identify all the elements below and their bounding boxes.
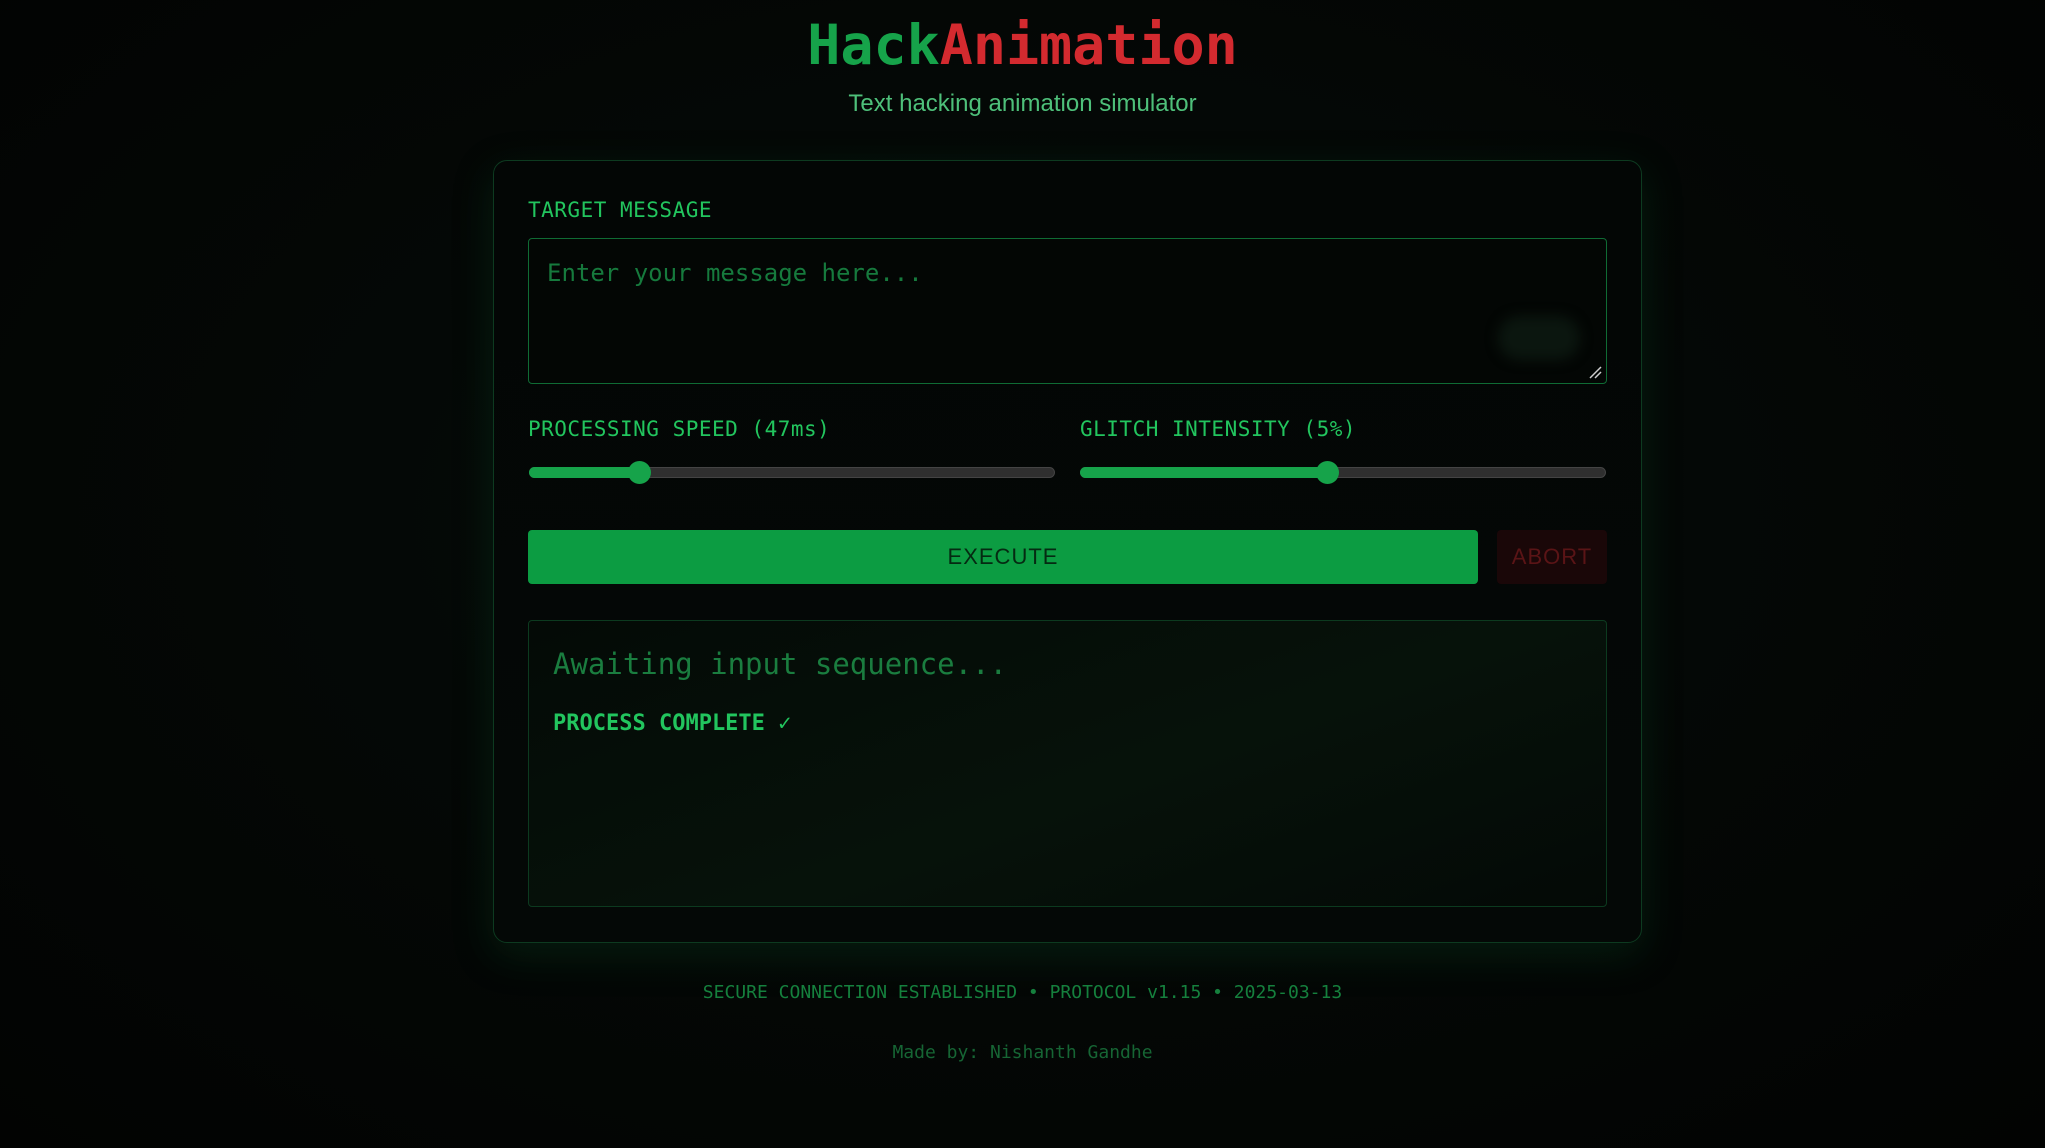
slider-thumb[interactable] bbox=[1316, 461, 1340, 484]
output-status-text: Awaiting input sequence... bbox=[553, 647, 1007, 681]
output-console: Awaiting input sequence... PROCESS COMPL… bbox=[528, 620, 1607, 907]
execute-button[interactable]: EXECUTE bbox=[528, 530, 1478, 584]
footer-status-line: SECURE CONNECTION ESTABLISHED • PROTOCOL… bbox=[702, 982, 1343, 1003]
app-title: HackAnimation bbox=[0, 12, 2045, 78]
process-complete-text: PROCESS COMPLETE ✓ bbox=[553, 711, 792, 736]
title-hack: Hack bbox=[807, 13, 940, 77]
footer-credit: Made by: Nishanth Gandhe bbox=[892, 1042, 1153, 1063]
message-input-container bbox=[528, 238, 1607, 384]
abort-button[interactable]: ABORT bbox=[1497, 530, 1607, 584]
processing-speed-label: PROCESSING SPEED (47ms) bbox=[528, 417, 831, 441]
resize-handle-icon[interactable] bbox=[1588, 365, 1602, 379]
slider-fill bbox=[1080, 467, 1328, 478]
app-subtitle: Text hacking animation simulator bbox=[848, 90, 1197, 117]
glitch-intensity-label: GLITCH INTENSITY (5%) bbox=[1080, 417, 1357, 441]
processing-speed-slider[interactable] bbox=[529, 461, 1055, 484]
target-message-label: TARGET MESSAGE bbox=[528, 198, 713, 222]
slider-fill bbox=[529, 467, 640, 478]
glow-decoration bbox=[1498, 316, 1580, 360]
message-input[interactable] bbox=[529, 239, 1606, 383]
glitch-intensity-slider[interactable] bbox=[1080, 461, 1606, 484]
title-animation: Animation bbox=[939, 13, 1238, 77]
slider-thumb[interactable] bbox=[628, 461, 652, 484]
